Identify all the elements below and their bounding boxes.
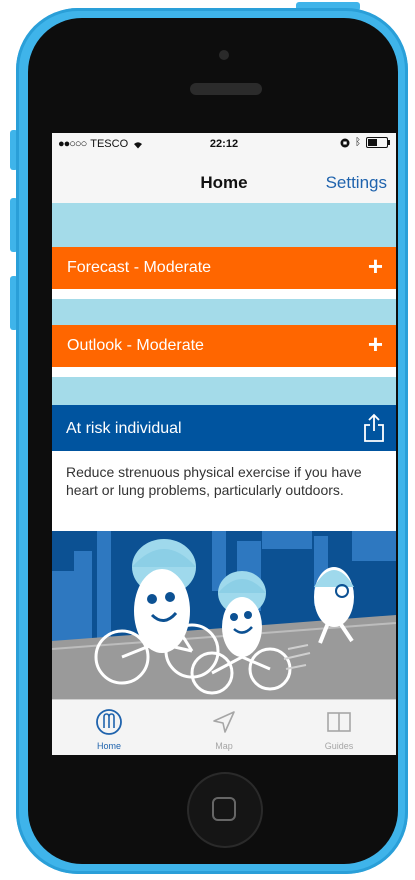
share-icon[interactable] [362,413,386,443]
status-bar: ●●○○○ TESCO 22:12 ᛒ [52,133,396,155]
location-arrow-icon [213,711,235,733]
tab-home-label: Home [96,741,121,751]
outlook-row[interactable]: Outlook - Moderate + [52,325,396,367]
outlook-divider [52,367,396,377]
orientation-lock-icon [340,138,350,147]
tab-home[interactable]: Home [52,700,166,755]
cyclists-illustration [52,531,396,699]
risk-header: At risk individual [52,405,396,451]
tab-map-label: Map [215,741,233,751]
navigation-bar: Home Settings [52,155,396,203]
tab-guides-label: Guides [324,741,354,751]
advice-text: Reduce strenuous physical exercise if yo… [66,464,362,498]
advice-panel: Reduce strenuous physical exercise if yo… [52,451,396,531]
book-icon [327,712,351,732]
earpiece-speaker [190,83,262,95]
outlook-expand-plus-icon[interactable]: + [368,331,383,357]
forecast-divider [52,289,396,299]
outlook-label: Outlook - Moderate [67,337,204,354]
home-button-square-icon [212,797,236,821]
forecast-label: Forecast - Moderate [67,259,212,276]
front-camera [219,50,229,60]
settings-button[interactable]: Settings [326,173,387,193]
status-right: ᛒ [340,137,390,148]
forecast-expand-plus-icon[interactable]: + [368,253,383,279]
illustration-art [52,531,396,699]
forecast-row[interactable]: Forecast - Moderate + [52,247,396,289]
risk-title: At risk individual [66,420,182,437]
battery-icon [366,137,390,148]
home-hardware-button[interactable] [189,774,261,846]
tab-guides[interactable]: Guides [282,700,396,755]
tab-bar: Home Map Guides [52,699,396,755]
tab-map[interactable]: Map [167,700,281,755]
app-screen: ●●○○○ TESCO 22:12 ᛒ Home Settings Foreca… [52,133,396,755]
home-icon [96,709,122,735]
bluetooth-icon: ᛒ [355,137,361,148]
